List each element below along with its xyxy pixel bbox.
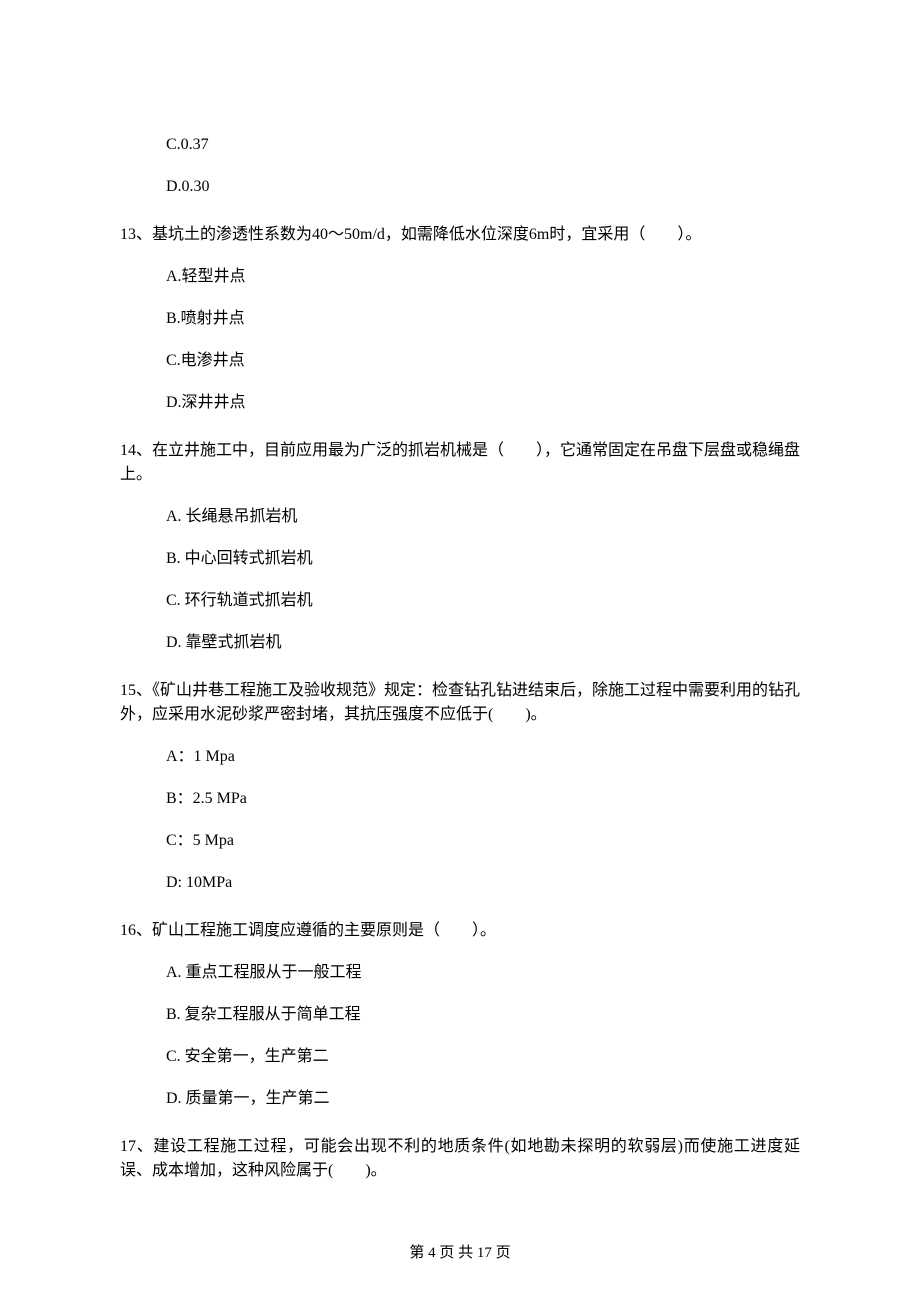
q14-option-a: A. 长绳悬吊抓岩机 (120, 505, 800, 529)
q14-stem: 14、在立井施工中，目前应用最为广泛的抓岩机械是（ ），它通常固定在吊盘下层盘或… (120, 439, 800, 487)
page-footer: 第 4 页 共 17 页 (0, 1242, 920, 1265)
q15-stem: 15、《矿山井巷工程施工及验收规范》规定：检查钻孔钻进结束后，除施工过程中需要利… (120, 679, 800, 727)
q14-option-c: C. 环行轨道式抓岩机 (120, 589, 800, 613)
q17-stem: 17、建设工程施工过程，可能会出现不利的地质条件(如地勘未探明的软弱层)而使施工… (120, 1135, 800, 1183)
q15-option-b: B：2.5 MPa (120, 787, 800, 811)
q16-stem: 16、矿山工程施工调度应遵循的主要原则是（ ）。 (120, 919, 800, 943)
q16-option-d: D. 质量第一，生产第二 (120, 1087, 800, 1111)
q15-option-a: A：1 Mpa (120, 745, 800, 769)
q15-option-d: D: 10MPa (120, 871, 800, 895)
q15-option-c: C：5 Mpa (120, 829, 800, 853)
q16-option-a: A. 重点工程服从于一般工程 (120, 961, 800, 985)
q12-option-d: D.0.30 (120, 175, 800, 199)
q13-option-d: D.深井井点 (120, 391, 800, 415)
page-container: C.0.37 D.0.30 13、基坑土的渗透性系数为40～50m/d，如需降低… (0, 0, 920, 1302)
q14-option-b: B. 中心回转式抓岩机 (120, 547, 800, 571)
q13-stem: 13、基坑土的渗透性系数为40～50m/d，如需降低水位深度6m时，宜采用（ ）… (120, 223, 800, 247)
q13-option-c: C.电渗井点 (120, 349, 800, 373)
q16-option-c: C. 安全第一，生产第二 (120, 1045, 800, 1069)
q14-option-d: D. 靠壁式抓岩机 (120, 631, 800, 655)
q13-option-a: A.轻型井点 (120, 265, 800, 289)
q12-option-c: C.0.37 (120, 133, 800, 157)
q13-option-b: B.喷射井点 (120, 307, 800, 331)
q16-option-b: B. 复杂工程服从于简单工程 (120, 1003, 800, 1027)
